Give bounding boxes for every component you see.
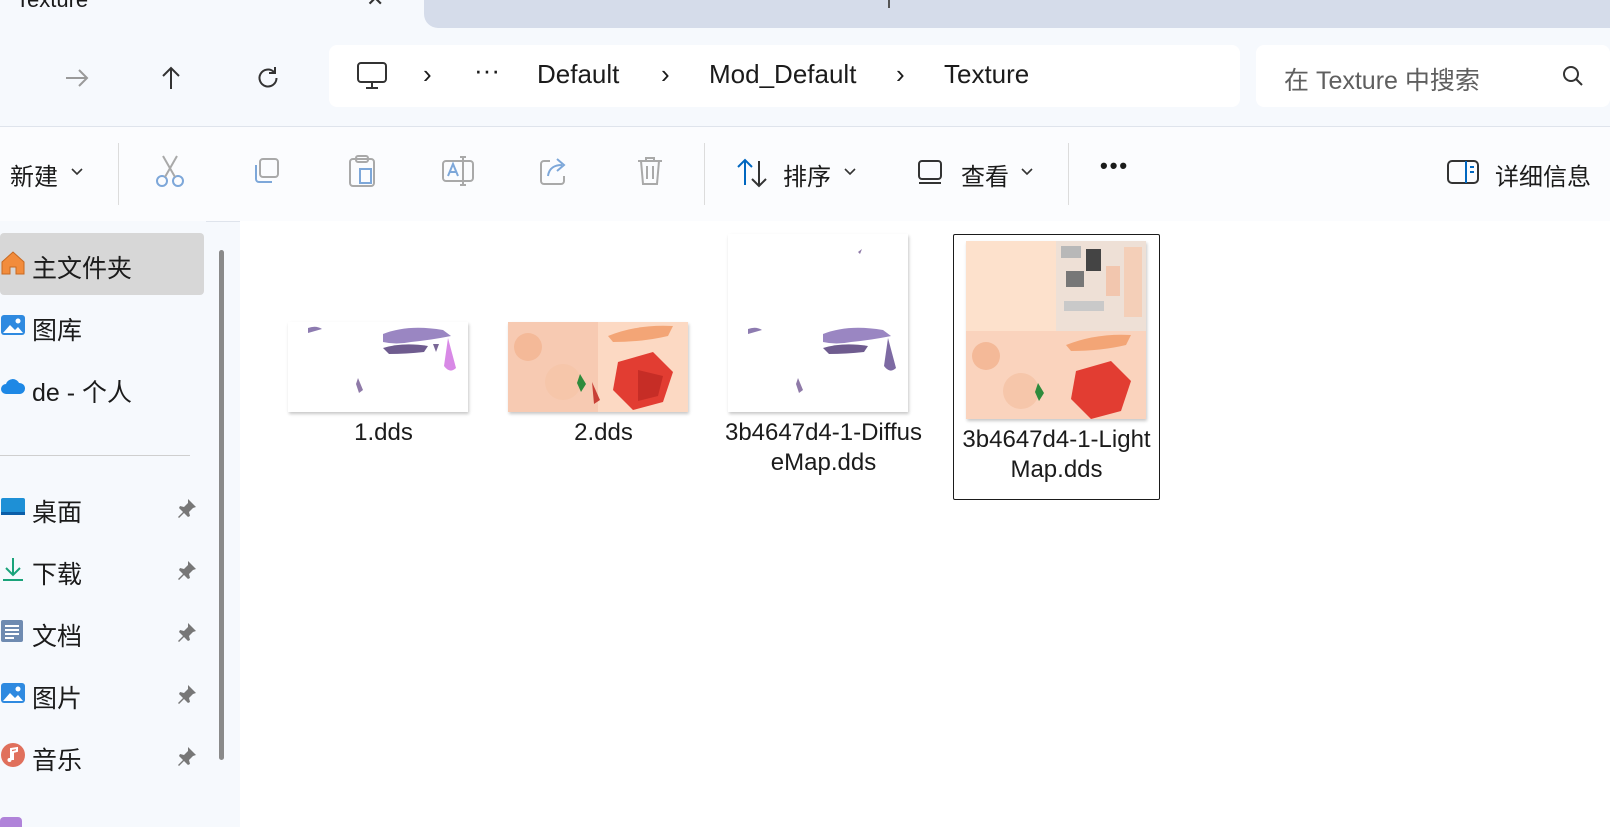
- pin-icon[interactable]: [176, 745, 198, 767]
- desktop-icon: [1, 498, 25, 515]
- tab-title[interactable]: Texture: [16, 0, 88, 13]
- file-item[interactable]: 3b4647d4-1-LightMap.dds: [953, 234, 1160, 500]
- toolbar-divider: [118, 143, 119, 205]
- texture-thumbnail: [508, 322, 688, 412]
- pictures-icon: [1, 683, 25, 703]
- rename-icon: [442, 156, 474, 186]
- sort-button[interactable]: 排序: [783, 157, 831, 192]
- sidebar-item-label: de - 个人: [32, 379, 133, 407]
- gallery-icon: [1, 315, 25, 335]
- up-button[interactable]: [149, 56, 193, 100]
- chevron-down-icon: [844, 168, 856, 176]
- refresh-icon: [258, 67, 278, 88]
- documents-icon: [1, 620, 23, 642]
- file-list: 1.dds 2.dds 3b4647d4-1-DiffuseMap.dds 3b…: [240, 221, 1610, 827]
- pin-icon[interactable]: [176, 559, 198, 581]
- toolbar-divider: [704, 143, 705, 205]
- sidebar-item-onedrive[interactable]: de - 个人: [0, 357, 204, 419]
- sidebar-item-label: 图库: [32, 317, 83, 345]
- tab-strip: Texture ✕: [0, 0, 1610, 28]
- sidebar-divider: [0, 455, 190, 456]
- refresh-button[interactable]: [246, 56, 290, 100]
- sidebar-item-label: 音乐: [32, 747, 83, 775]
- texture-thumbnail: [288, 322, 468, 412]
- sidebar-item-desktop[interactable]: 桌面: [0, 477, 204, 539]
- new-tab-button[interactable]: [888, 0, 890, 8]
- tab-strip-background: [424, 0, 1610, 28]
- paste-icon: [349, 155, 375, 187]
- sidebar-item-music[interactable]: 音乐: [0, 725, 204, 787]
- sidebar-item-documents[interactable]: 文档: [0, 601, 204, 663]
- search-placeholder: 在 Texture 中搜索: [1284, 67, 1480, 95]
- sidebar-item-label: 桌面: [32, 499, 83, 527]
- download-icon: [3, 558, 23, 581]
- copy-button[interactable]: [249, 154, 283, 188]
- breadcrumb-separator[interactable]: ›: [661, 59, 670, 90]
- search-icon[interactable]: [1560, 63, 1586, 89]
- more-options-button[interactable]: •••: [1100, 153, 1129, 179]
- breadcrumb-default[interactable]: Default: [537, 59, 619, 90]
- sidebar-item-home[interactable]: 主文件夹: [0, 233, 204, 295]
- sort-icon[interactable]: [735, 157, 769, 189]
- trash-icon: [638, 157, 662, 185]
- pin-icon[interactable]: [176, 497, 198, 519]
- sidebar-item-gallery[interactable]: 图库: [0, 295, 204, 357]
- view-icon[interactable]: [917, 158, 945, 186]
- forward-arrow-icon: [66, 69, 89, 87]
- address-bar[interactable]: › ··· Default › Mod_Default › Texture: [329, 45, 1240, 107]
- this-pc-icon[interactable]: [356, 61, 388, 91]
- sidebar-item-label: 图片: [32, 685, 83, 713]
- videos-icon: [0, 817, 22, 827]
- share-button[interactable]: [537, 154, 571, 188]
- tab-close-button[interactable]: ✕: [366, 0, 384, 12]
- cut-icon: [156, 155, 184, 187]
- file-item[interactable]: 2.dds: [501, 322, 706, 468]
- breadcrumb-texture[interactable]: Texture: [944, 59, 1029, 90]
- chevron-down-icon: [1021, 168, 1033, 176]
- up-arrow-icon: [162, 66, 180, 89]
- chevron-down-icon: [71, 168, 83, 176]
- paste-button[interactable]: [345, 154, 379, 188]
- search-box[interactable]: 在 Texture 中搜索: [1256, 45, 1610, 107]
- sidebar-scrollbar[interactable]: [219, 250, 224, 760]
- cut-button[interactable]: [153, 154, 187, 188]
- music-icon: [1, 743, 25, 767]
- command-bar: 新建 排序 查看 ••• 详细信息: [0, 126, 1610, 222]
- pin-icon[interactable]: [176, 621, 198, 643]
- file-name: 3b4647d4-1-LightMap.dds: [962, 426, 1151, 483]
- new-button[interactable]: 新建: [10, 157, 58, 192]
- toolbar-divider: [1068, 143, 1069, 205]
- texture-thumbnail: [728, 234, 908, 412]
- pin-icon[interactable]: [176, 683, 198, 705]
- sidebar-item-pictures[interactable]: 图片: [0, 663, 204, 725]
- sidebar-item-label: 下载: [32, 561, 83, 589]
- rename-button[interactable]: [441, 154, 475, 188]
- breadcrumb-separator[interactable]: ›: [896, 59, 905, 90]
- breadcrumb-separator[interactable]: ›: [423, 59, 432, 90]
- details-pane-icon[interactable]: [1446, 159, 1480, 185]
- delete-button[interactable]: [633, 154, 667, 188]
- file-name: 1.dds: [354, 419, 413, 446]
- view-button[interactable]: 查看: [961, 157, 1009, 192]
- file-item[interactable]: 3b4647d4-1-DiffuseMap.dds: [721, 234, 926, 498]
- navigation-pane: 主文件夹 图库 de - 个人 桌面 下载 文档 图片 音乐: [0, 221, 206, 827]
- sidebar-item-label: 主文件夹: [32, 255, 133, 283]
- sidebar-item-label: 文档: [32, 623, 83, 651]
- copy-icon: [255, 158, 279, 183]
- file-item[interactable]: 1.dds: [281, 322, 486, 468]
- breadcrumb-overflow[interactable]: ···: [474, 55, 500, 86]
- file-name: 3b4647d4-1-DiffuseMap.dds: [724, 419, 923, 476]
- home-icon: [1, 251, 25, 275]
- forward-button[interactable]: [55, 56, 99, 100]
- texture-thumbnail: [966, 241, 1146, 419]
- details-button[interactable]: 详细信息: [1495, 157, 1591, 192]
- sidebar-item-downloads[interactable]: 下载: [0, 539, 204, 601]
- onedrive-icon: [1, 379, 26, 394]
- breadcrumb-mod-default[interactable]: Mod_Default: [709, 59, 856, 90]
- file-name: 2.dds: [574, 419, 633, 446]
- share-icon: [540, 158, 566, 185]
